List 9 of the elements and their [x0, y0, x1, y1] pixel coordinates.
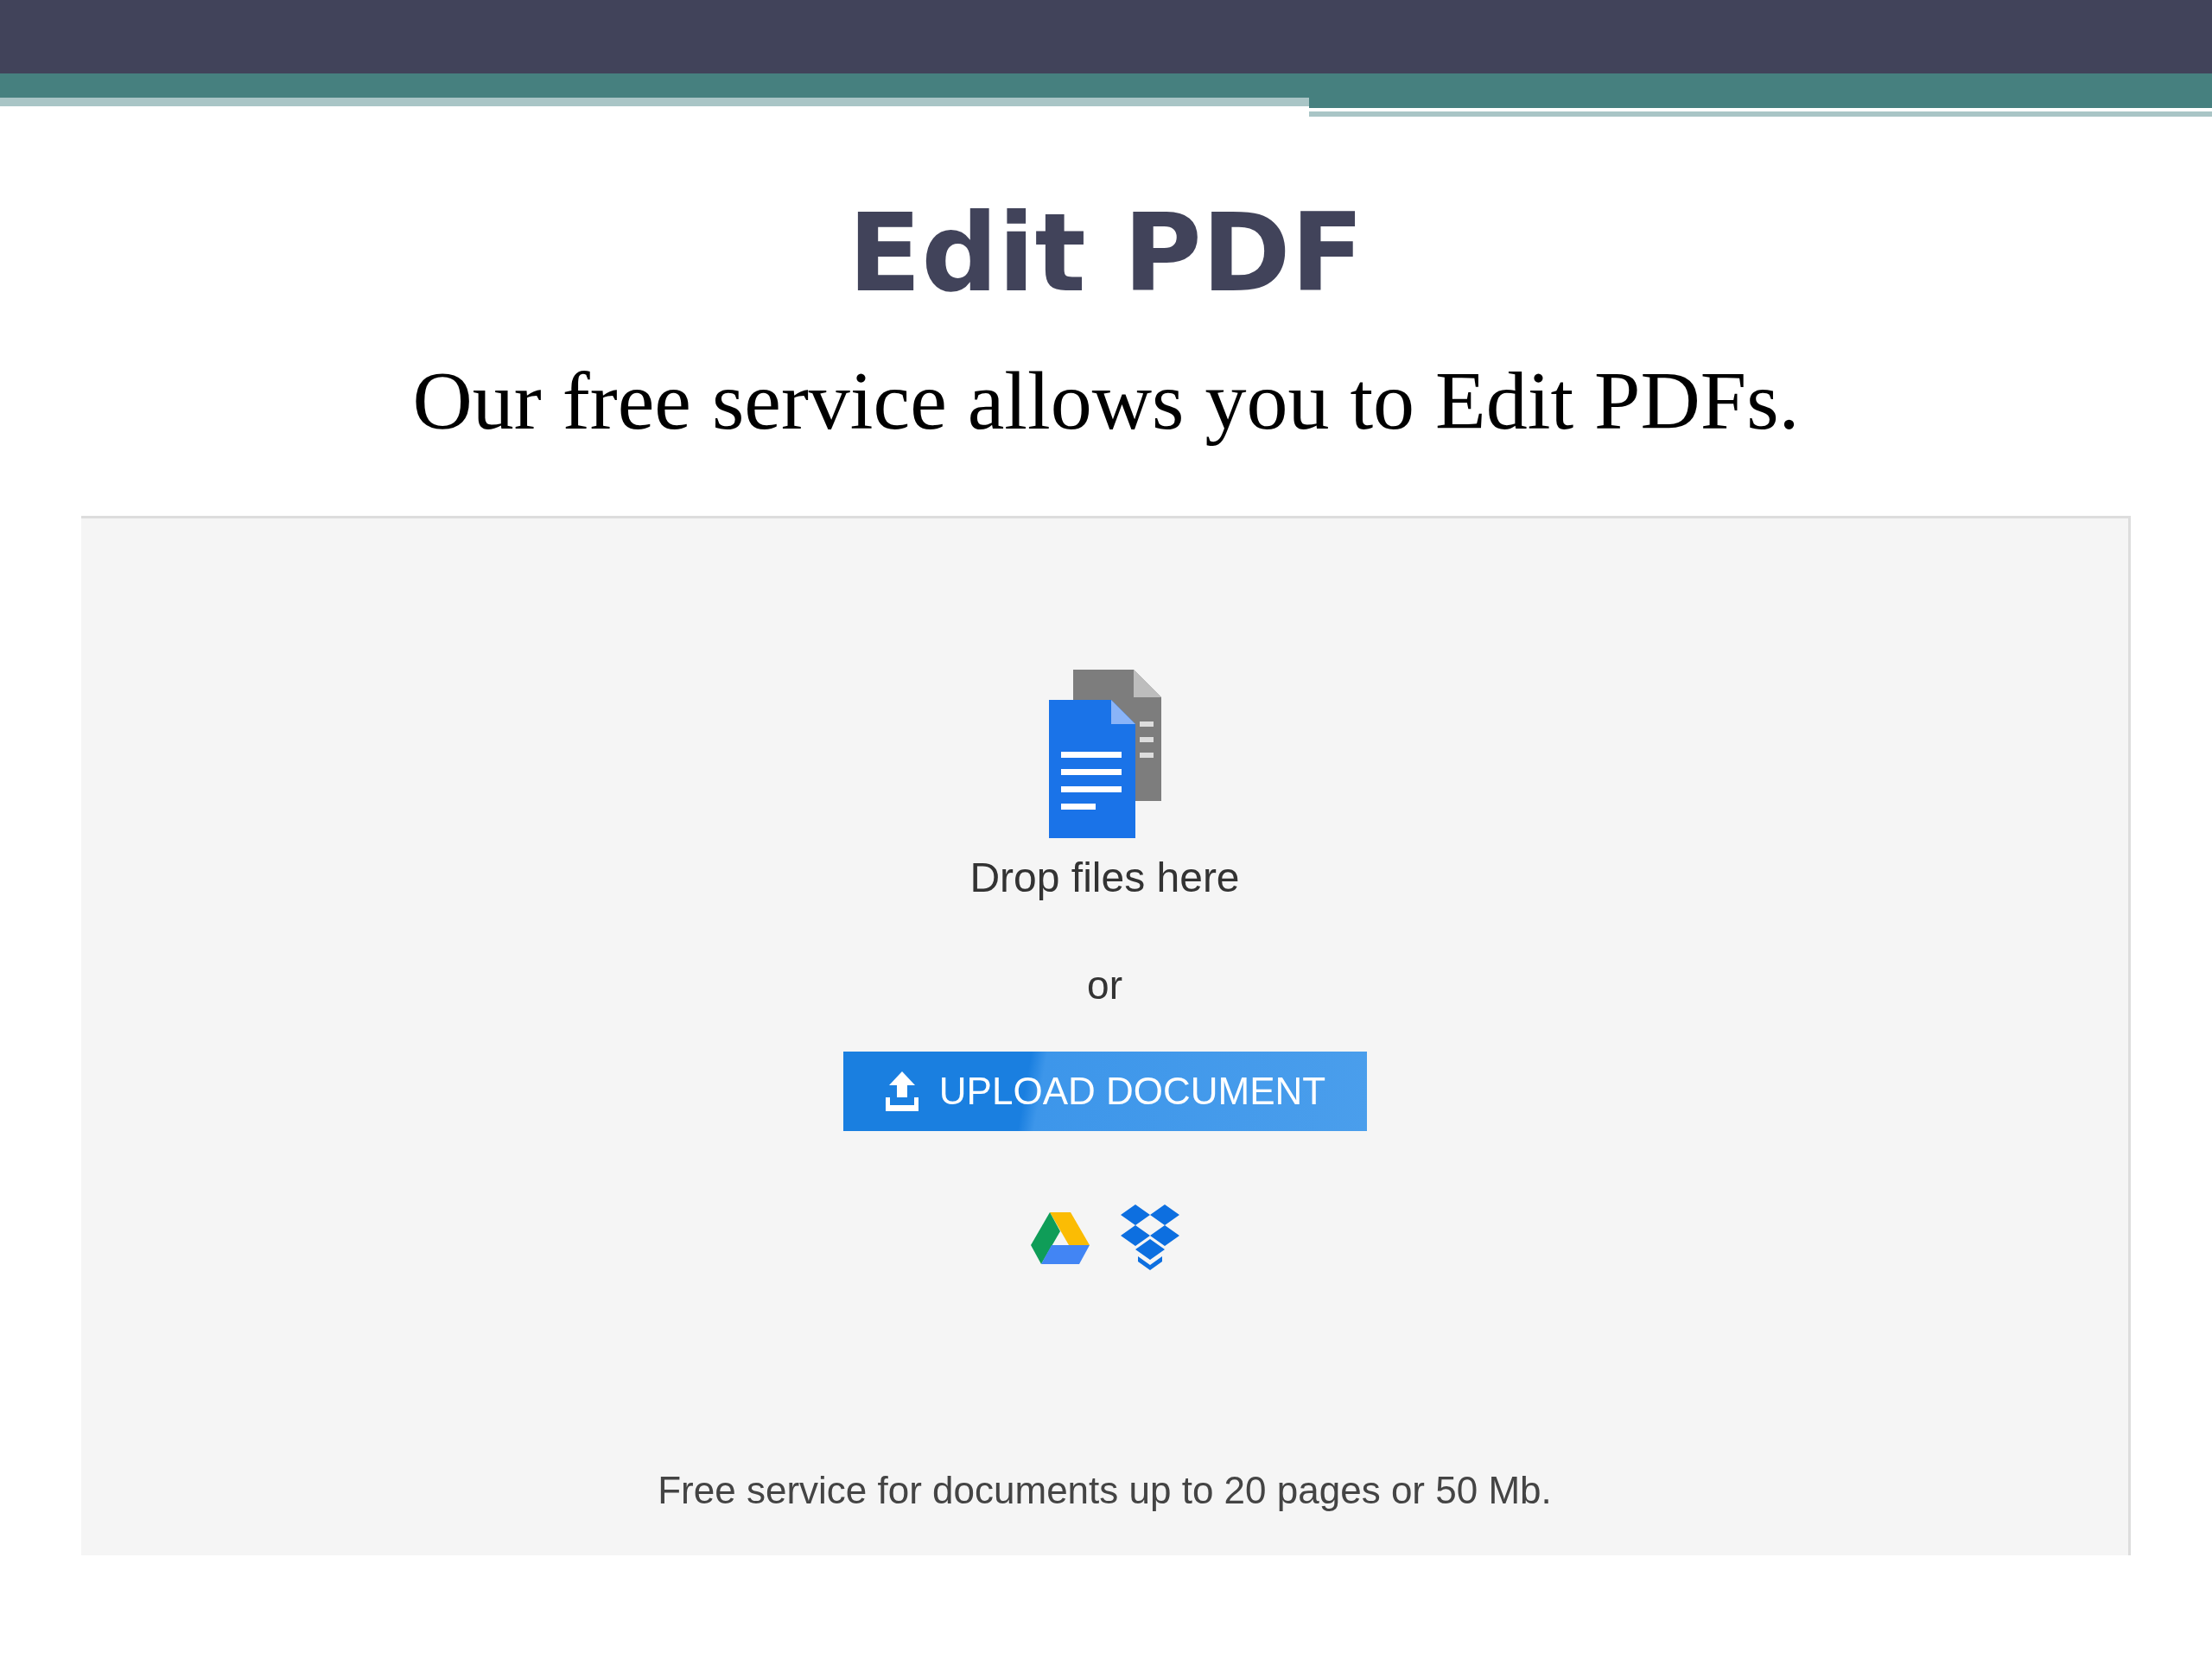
document-icon: [1048, 670, 1161, 838]
upload-document-button[interactable]: UPLOAD DOCUMENT: [842, 1052, 1367, 1131]
or-separator: or: [1087, 962, 1122, 1008]
upload-icon: [883, 1071, 920, 1111]
drop-files-text: Drop files here: [969, 854, 1240, 901]
dropbox-icon[interactable]: [1120, 1205, 1179, 1272]
slide-title: Edit PDF: [848, 194, 1364, 313]
slide-subtitle: Our free service allows you to Edit PDFs.: [412, 355, 1800, 447]
service-note: Free service for documents up to 20 pages or 50 Mb.: [658, 1469, 1552, 1512]
